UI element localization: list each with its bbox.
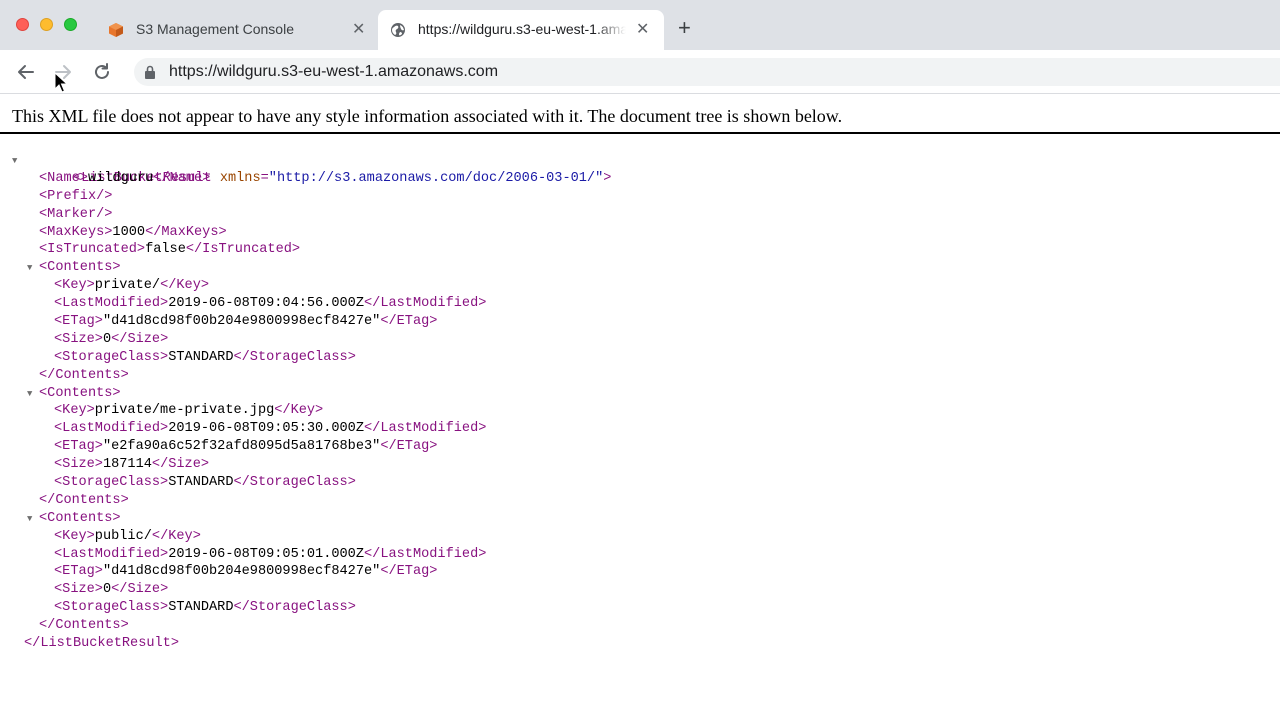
- object-key: private/: [94, 278, 161, 294]
- tab-bucket-xml[interactable]: https://wildguru.s3-eu-west-1.amazonaws.…: [378, 10, 664, 50]
- url-scheme: https://: [169, 63, 218, 80]
- url-text: https://wildguru.s3-eu-west-1.amazonaws.…: [169, 63, 498, 81]
- size-value: 187114: [102, 457, 152, 473]
- contents-field-object-key: <Key>private/</Key>: [54, 278, 210, 294]
- contents-list: ▼ <Contents> <Key>private/</Key> <LastModif…: [0, 259, 611, 635]
- tab-title: S3 Management Console: [136, 21, 294, 37]
- collapse-triangle-icon[interactable]: ▼: [27, 511, 32, 529]
- contents-field-size-value: <Size>0</Size>: [54, 331, 169, 347]
- size-value: 0: [102, 331, 112, 347]
- reload-icon[interactable]: [91, 61, 113, 83]
- root-tag-close: </ListBucketResult>: [24, 636, 179, 652]
- back-arrow-icon[interactable]: [15, 61, 37, 83]
- is-truncated-value: false: [145, 242, 186, 258]
- globe-icon: [391, 23, 405, 37]
- etag-value: "d41d8cd98f00b204e9800998ecf8427e": [102, 314, 381, 330]
- contents-open: ▼ <Contents>: [0, 510, 611, 528]
- tab-close-icon[interactable]: ✕: [636, 21, 649, 39]
- contents-field-etag-value: <ETag>"e2fa90a6c52f32afd8095d5a81768be3"…: [54, 439, 438, 455]
- xml-root-close: </ListBucketResult>: [0, 635, 611, 653]
- contents-item: ▼ <Contents> <Key>private/</Key> <LastModif…: [0, 259, 611, 384]
- storage-class-value: STANDARD: [168, 349, 234, 365]
- xml-marker-line: <Marker/>: [0, 206, 611, 224]
- close-window-button[interactable]: [16, 18, 29, 31]
- xml-tree: ▼ <ListBucketResult xmlns="http://s3.amaz…: [0, 152, 611, 653]
- collapse-triangle-icon[interactable]: ▼: [27, 386, 32, 404]
- contents-close: </Contents>: [39, 367, 129, 383]
- last-modified-value: 2019-06-08T09:05:30.000Z: [168, 421, 365, 437]
- xml-style-notice: This XML file does not appear to have an…: [12, 106, 843, 126]
- minimize-window-button[interactable]: [40, 18, 53, 31]
- lock-icon[interactable]: [144, 65, 156, 79]
- tab-strip: S3 Management Console ✕ https://wildguru…: [0, 0, 1280, 50]
- mouse-cursor-icon: [54, 72, 68, 93]
- contents-field-storage-class-value: <StorageClass>STANDARD</StorageClass>: [54, 600, 356, 616]
- xml-maxkeys-line: <MaxKeys>1000</MaxKeys>: [39, 224, 227, 240]
- max-keys-value: 1000: [112, 224, 146, 240]
- contents-open: ▼ <Contents>: [0, 259, 611, 277]
- maximize-window-button[interactable]: [64, 18, 77, 31]
- contents-close: </Contents>: [39, 618, 129, 634]
- tab-close-icon[interactable]: ✕: [352, 21, 365, 39]
- contents-field-storage-class-value: <StorageClass>STANDARD</StorageClass>: [54, 475, 356, 491]
- page-content: This XML file does not appear to have an…: [0, 94, 1280, 720]
- contents-field-last-modified-value: <LastModified>2019-06-08T09:05:01.000Z</…: [54, 546, 487, 562]
- contents-field-object-key: <Key>public/</Key>: [54, 528, 201, 544]
- last-modified-value: 2019-06-08T09:04:56.000Z: [168, 296, 365, 312]
- new-tab-button[interactable]: +: [678, 17, 691, 39]
- contents-field-size-value: <Size>187114</Size>: [54, 457, 210, 473]
- prefix-tag: <Prefix/>: [39, 188, 113, 204]
- aws-s3-icon: [109, 23, 123, 37]
- collapse-triangle-icon[interactable]: ▼: [12, 153, 17, 171]
- notice-divider: [0, 132, 1280, 134]
- contents-open: ▼ <Contents>: [0, 385, 611, 403]
- address-bar[interactable]: https://wildguru.s3-eu-west-1.amazonaws.…: [134, 58, 1280, 86]
- xml-istruncated-line: <IsTruncated>false</IsTruncated>: [39, 242, 301, 258]
- etag-value: "d41d8cd98f00b204e9800998ecf8427e": [102, 564, 381, 580]
- contents-item: ▼ <Contents> <Key>public/</Key> <LastModifi…: [0, 510, 611, 635]
- contents-field-etag-value: <ETag>"d41d8cd98f00b204e9800998ecf8427e"…: [54, 314, 438, 330]
- contents-field-size-value: <Size>0</Size>: [54, 582, 169, 598]
- object-key: public/: [94, 528, 152, 544]
- contents-field-storage-class-value: <StorageClass>STANDARD</StorageClass>: [54, 349, 356, 365]
- size-value: 0: [102, 582, 112, 598]
- browser-toolbar: https://wildguru.s3-eu-west-1.amazonaws.…: [0, 50, 1280, 94]
- xml-name-line: <Name>wildguru</Name>: [39, 170, 211, 186]
- etag-value: "e2fa90a6c52f32afd8095d5a81768be3": [102, 439, 381, 455]
- storage-class-value: STANDARD: [168, 475, 234, 491]
- collapse-triangle-icon[interactable]: ▼: [27, 260, 32, 278]
- tab-title: https://wildguru.s3-eu-west-1.amazonaws.…: [418, 21, 626, 37]
- tab-s3-console[interactable]: S3 Management Console ✕: [96, 10, 378, 50]
- contents-field-last-modified-value: <LastModified>2019-06-08T09:05:30.000Z</…: [54, 421, 487, 437]
- object-key: private/me-private.jpg: [94, 403, 275, 419]
- bucket-name: wildguru: [87, 170, 154, 186]
- marker-tag: <Marker/>: [39, 206, 113, 222]
- contents-field-object-key: <Key>private/me-private.jpg</Key>: [54, 403, 324, 419]
- contents-field-last-modified-value: <LastModified>2019-06-08T09:04:56.000Z</…: [54, 296, 487, 312]
- xml-root-open: ▼ <ListBucketResult xmlns="http://s3.amaz…: [0, 152, 611, 186]
- url-host: wildguru.s3-eu-west-1.amazonaws.com: [217, 63, 499, 80]
- last-modified-value: 2019-06-08T09:05:01.000Z: [168, 546, 365, 562]
- contents-close: </Contents>: [39, 492, 129, 508]
- contents-item: ▼ <Contents> <Key>private/me-private.jpg</…: [0, 385, 611, 510]
- xml-prefix-line: <Prefix/>: [0, 188, 611, 206]
- storage-class-value: STANDARD: [168, 600, 234, 616]
- contents-field-etag-value: <ETag>"d41d8cd98f00b204e9800998ecf8427e"…: [54, 564, 438, 580]
